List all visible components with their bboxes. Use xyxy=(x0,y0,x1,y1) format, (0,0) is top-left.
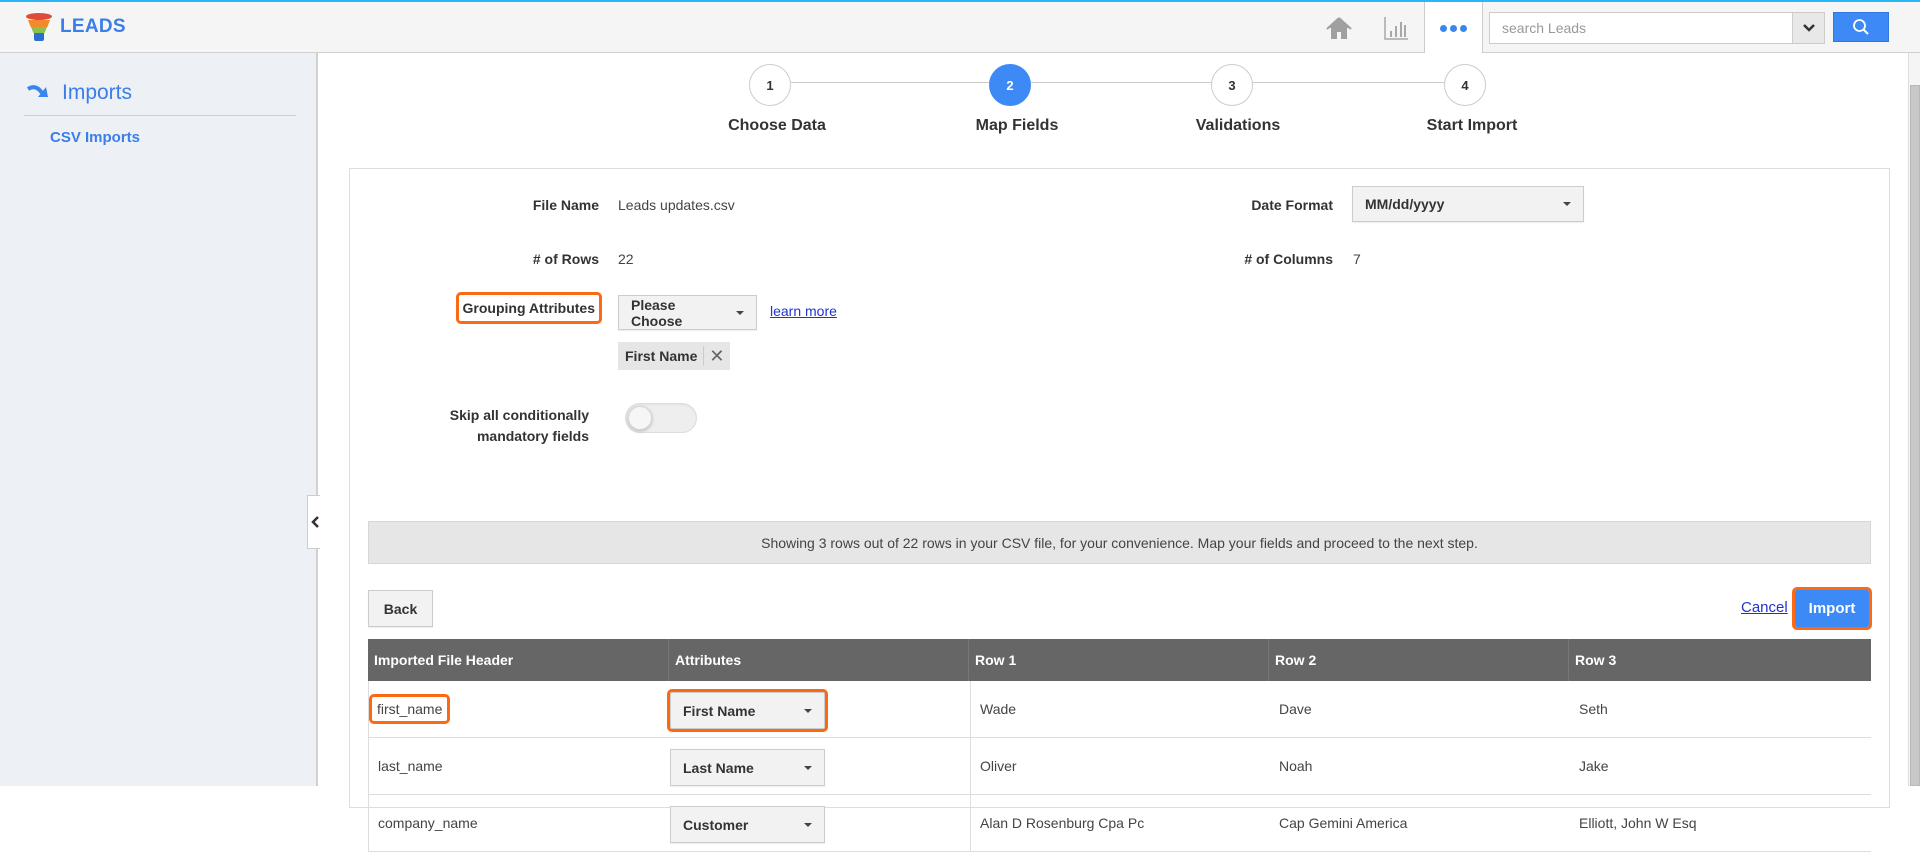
skip-mandatory-toggle[interactable] xyxy=(625,403,697,433)
sidebar-item-csv-imports[interactable]: CSV Imports xyxy=(50,129,140,146)
date-format-select[interactable]: MM/dd/yyyy xyxy=(1352,186,1584,222)
columns-label: # of Columns xyxy=(1244,251,1333,267)
column-header: Attributes xyxy=(669,639,969,681)
field-mapping-table: Imported File Header Attributes Row 1 Ro… xyxy=(368,639,1871,852)
toggle-knob xyxy=(628,406,652,430)
step-3-circle: 3 xyxy=(1211,64,1253,106)
sidebar-collapse-button[interactable] xyxy=(307,495,321,549)
caret-down-icon xyxy=(804,708,812,713)
funnel-logo-icon xyxy=(26,13,52,41)
file-name-label: File Name xyxy=(532,197,599,213)
imported-header-cell: first_name xyxy=(368,694,451,724)
step-1-circle: 1 xyxy=(749,64,791,106)
column-header: Row 2 xyxy=(1269,639,1569,681)
attribute-select[interactable]: First Name xyxy=(667,689,828,732)
main-content: 1 2 3 4 Choose Data Map Fields Validatio… xyxy=(320,53,1905,852)
back-button[interactable]: Back xyxy=(368,590,433,627)
search-input[interactable] xyxy=(1490,13,1792,43)
chevron-left-icon xyxy=(310,516,319,528)
more-dots-icon xyxy=(1440,24,1447,32)
row-1-cell: Alan D Rosenburg Cpa Pc xyxy=(970,795,1270,851)
cancel-link[interactable]: Cancel xyxy=(1741,599,1788,616)
sidebar-divider xyxy=(24,115,296,116)
caret-down-icon xyxy=(736,310,744,315)
table-header-row: Imported File Header Attributes Row 1 Ro… xyxy=(368,639,1871,681)
column-header: Row 1 xyxy=(969,639,1269,681)
row-2-cell: Dave xyxy=(1279,701,1312,717)
column-header: Imported File Header xyxy=(368,639,669,681)
search-box xyxy=(1489,12,1825,44)
remove-tag-icon[interactable]: ✕ xyxy=(703,346,724,366)
search-button[interactable] xyxy=(1833,12,1889,42)
sidebar-section-title: Imports xyxy=(26,81,132,105)
import-stepper: 1 2 3 4 Choose Data Map Fields Validatio… xyxy=(320,53,1905,173)
table-row: last_name Last Name Oliver Noah Jake xyxy=(368,738,1871,795)
map-fields-card: File Name Leads updates.csv # of Rows 22… xyxy=(349,168,1890,852)
step-1-label: Choose Data xyxy=(728,117,826,134)
table-row: company_name Customer Alan D Rosenburg C… xyxy=(368,795,1871,852)
search-dropdown-button[interactable] xyxy=(1792,13,1824,43)
row-1-cell: Wade xyxy=(970,681,1270,737)
row-2-cell: Cap Gemini America xyxy=(1279,815,1408,831)
row-3-cell: Elliott, John W Esq xyxy=(1579,815,1697,831)
columns-value: 7 xyxy=(1353,251,1361,267)
stepper-line xyxy=(791,82,1471,83)
import-button[interactable]: Import xyxy=(1792,587,1872,630)
app-logo[interactable]: LEADS xyxy=(26,13,126,41)
caret-down-icon xyxy=(804,765,812,770)
step-2-circle: 2 xyxy=(989,64,1031,106)
top-bar: LEADS xyxy=(0,0,1920,54)
step-2-label: Map Fields xyxy=(975,117,1059,134)
date-format-label: Date Format xyxy=(1251,197,1333,213)
column-header: Row 3 xyxy=(1575,652,1617,668)
caret-down-icon xyxy=(804,822,812,827)
more-menu-button[interactable] xyxy=(1424,2,1483,54)
grouping-attributes-label: Grouping Attributes xyxy=(455,292,603,324)
learn-more-link[interactable]: learn more xyxy=(770,303,837,319)
caret-down-icon xyxy=(1563,202,1571,206)
step-4-label: Start Import xyxy=(1426,117,1518,134)
table-row: first_name First Name Wade Dave Seth xyxy=(368,681,1871,738)
rows-label: # of Rows xyxy=(532,251,599,267)
page-scrollbar[interactable] xyxy=(1908,53,1920,786)
rows-value: 22 xyxy=(618,251,634,267)
sidebar: Imports CSV Imports xyxy=(0,53,321,786)
chevron-down-icon xyxy=(1802,24,1815,32)
home-icon[interactable] xyxy=(1325,14,1353,42)
skip-mandatory-label: Skip all conditionally mandatory fields xyxy=(449,407,589,444)
reports-chart-icon[interactable] xyxy=(1382,14,1410,42)
scrollbar-thumb[interactable] xyxy=(1910,85,1920,786)
import-arrow-icon xyxy=(26,85,48,97)
grouping-tag: First Name ✕ xyxy=(618,342,731,370)
attribute-select[interactable]: Last Name xyxy=(670,749,825,786)
info-message-bar: Showing 3 rows out of 22 rows in your CS… xyxy=(368,521,1871,564)
row-3-cell: Seth xyxy=(1579,701,1608,717)
grouping-attributes-select[interactable]: Please Choose xyxy=(618,295,757,330)
app-title: LEADS xyxy=(60,16,126,37)
step-4-circle: 4 xyxy=(1444,64,1486,106)
imported-header-cell: company_name xyxy=(378,815,478,831)
attribute-select[interactable]: Customer xyxy=(670,806,825,843)
search-icon xyxy=(1853,19,1869,35)
step-3-label: Validations xyxy=(1195,117,1281,134)
file-name-value: Leads updates.csv xyxy=(618,197,735,213)
